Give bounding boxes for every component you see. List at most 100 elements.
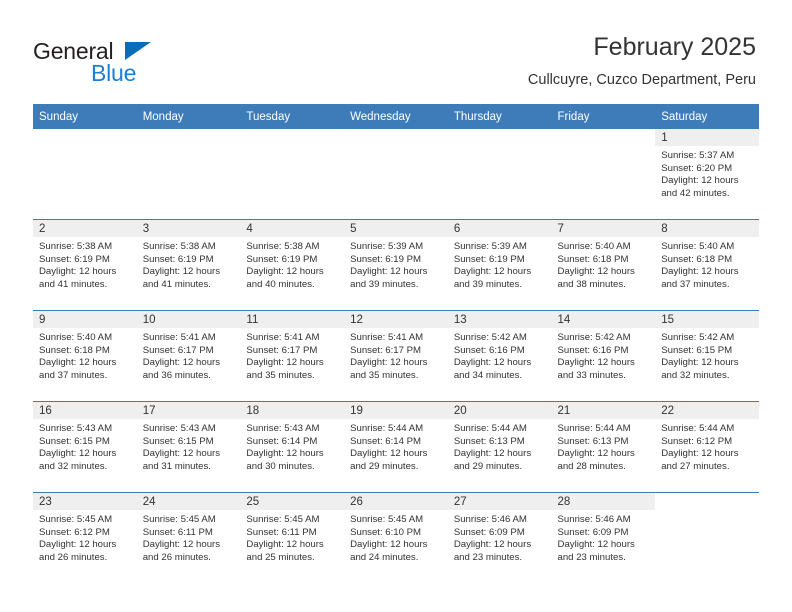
calendar-body: 1 Sunrise: 5:37 AM Sunset: 6:20 PM Daylight… <box>33 129 759 583</box>
day-number: 8 <box>655 220 759 237</box>
day-cell-inner <box>551 129 656 219</box>
sunrise-time: Sunrise: 5:41 AM <box>246 332 320 343</box>
daylight-duration-line1: Daylight: 12 hours <box>661 357 739 369</box>
calendar-day-cell-empty <box>344 129 448 220</box>
day-sun-info: Sunrise: 5:41 AM Sunset: 6:17 PM Daylight:… <box>344 328 448 382</box>
day-cell-inner: 5 Sunrise: 5:39 AM Sunset: 6:19 PM Daylight… <box>344 220 448 310</box>
sunrise-time: Sunrise: 5:44 AM <box>557 423 631 434</box>
general-blue-logo[interactable]: General Blue <box>33 38 233 86</box>
calendar-day-cell[interactable]: 28 Sunrise: 5:46 AM Sunset: 6:09 PM Dayligh… <box>551 492 656 583</box>
calendar-week-row: 23 Sunrise: 5:45 AM Sunset: 6:12 PM Dayligh… <box>33 492 759 583</box>
calendar-weekday-header: Sunday Monday Tuesday Wednesday Thursday… <box>33 104 759 129</box>
day-number: 22 <box>655 402 759 419</box>
calendar-day-cell[interactable]: 20 Sunrise: 5:44 AM Sunset: 6:13 PM Dayligh… <box>447 401 552 493</box>
daylight-duration-line1: Daylight: 12 hours <box>39 357 117 369</box>
calendar-day-cell[interactable]: 4 Sunrise: 5:38 AM Sunset: 6:19 PM Daylight… <box>240 219 345 311</box>
calendar-day-cell[interactable]: 26 Sunrise: 5:45 AM Sunset: 6:10 PM Dayligh… <box>344 492 448 583</box>
sunset-time: Sunset: 6:09 PM <box>557 526 629 538</box>
page-title: February 2025 <box>593 33 756 61</box>
calendar-day-cell[interactable]: 15 Sunrise: 5:42 AM Sunset: 6:15 PM Dayligh… <box>655 310 759 402</box>
day-sun-info: Sunrise: 5:39 AM Sunset: 6:19 PM Daylight:… <box>344 237 448 291</box>
day-sun-info: Sunrise: 5:41 AM Sunset: 6:17 PM Daylight:… <box>137 328 241 382</box>
calendar-day-cell[interactable]: 10 Sunrise: 5:41 AM Sunset: 6:17 PM Dayligh… <box>136 310 241 402</box>
daylight-duration-line2: and 37 minutes. <box>661 278 730 290</box>
sunset-time: Sunset: 6:09 PM <box>453 526 525 538</box>
calendar-day-cell[interactable]: 19 Sunrise: 5:44 AM Sunset: 6:14 PM Dayligh… <box>344 401 448 493</box>
daylight-duration-line2: and 35 minutes. <box>246 369 315 381</box>
daylight-duration-line1: Daylight: 12 hours <box>142 539 221 551</box>
day-cell-inner: 13 Sunrise: 5:42 AM Sunset: 6:16 PM Dayligh… <box>447 311 552 401</box>
day-sun-info: Sunrise: 5:39 AM Sunset: 6:19 PM Daylight:… <box>448 237 552 291</box>
day-sun-info <box>552 146 656 150</box>
calendar-day-cell[interactable]: 14 Sunrise: 5:42 AM Sunset: 6:16 PM Dayligh… <box>551 310 656 402</box>
daylight-duration-line1: Daylight: 12 hours <box>246 266 324 278</box>
calendar-day-cell[interactable]: 23 Sunrise: 5:45 AM Sunset: 6:12 PM Dayligh… <box>33 492 137 583</box>
sunrise-time: Sunrise: 5:39 AM <box>453 241 527 252</box>
day-cell-inner: 27 Sunrise: 5:46 AM Sunset: 6:09 PM Dayligh… <box>447 493 552 583</box>
sunrise-time: Sunrise: 5:40 AM <box>557 241 631 252</box>
calendar-day-cell[interactable]: 3 Sunrise: 5:38 AM Sunset: 6:19 PM Daylight… <box>136 219 241 311</box>
day-sun-info: Sunrise: 5:45 AM Sunset: 6:11 PM Daylight:… <box>137 510 241 564</box>
daylight-duration-line1: Daylight: 12 hours <box>350 266 428 278</box>
daylight-duration-line1: Daylight: 12 hours <box>557 357 635 369</box>
sunrise-time: Sunrise: 5:44 AM <box>661 423 735 434</box>
daylight-duration-line2: and 36 minutes. <box>142 369 211 381</box>
calendar-day-cell[interactable]: 21 Sunrise: 5:44 AM Sunset: 6:13 PM Dayligh… <box>551 401 656 493</box>
sunrise-time: Sunrise: 5:42 AM <box>661 332 735 343</box>
daylight-duration-line2: and 40 minutes. <box>246 278 315 290</box>
sunset-time: Sunset: 6:16 PM <box>557 344 629 356</box>
day-cell-inner: 20 Sunrise: 5:44 AM Sunset: 6:13 PM Dayligh… <box>447 402 552 492</box>
calendar-week-row: 9 Sunrise: 5:40 AM Sunset: 6:18 PM Daylight… <box>33 310 759 402</box>
day-number <box>240 129 345 146</box>
day-number: 26 <box>344 493 448 510</box>
sunrise-time: Sunrise: 5:43 AM <box>142 423 216 434</box>
day-number: 4 <box>240 220 345 237</box>
daylight-duration-line1: Daylight: 12 hours <box>453 448 532 460</box>
calendar-day-cell[interactable]: 9 Sunrise: 5:40 AM Sunset: 6:18 PM Daylight… <box>33 310 137 402</box>
day-cell-inner: 1 Sunrise: 5:37 AM Sunset: 6:20 PM Daylight… <box>655 129 759 219</box>
sunrise-time: Sunrise: 5:45 AM <box>246 514 320 525</box>
calendar-day-cell[interactable]: 24 Sunrise: 5:45 AM Sunset: 6:11 PM Dayligh… <box>136 492 241 583</box>
day-number <box>136 129 241 146</box>
day-number <box>344 129 448 146</box>
day-sun-info: Sunrise: 5:44 AM Sunset: 6:14 PM Daylight:… <box>344 419 448 473</box>
sunset-time: Sunset: 6:10 PM <box>350 526 422 538</box>
daylight-duration-line1: Daylight: 12 hours <box>661 448 739 460</box>
day-number: 10 <box>136 311 241 328</box>
daylight-duration-line2: and 37 minutes. <box>39 369 108 381</box>
sunset-time: Sunset: 6:12 PM <box>661 435 733 447</box>
day-cell-inner: 17 Sunrise: 5:43 AM Sunset: 6:15 PM Dayligh… <box>136 402 241 492</box>
calendar-day-cell[interactable]: 8 Sunrise: 5:40 AM Sunset: 6:18 PM Daylight… <box>655 219 759 311</box>
day-number: 28 <box>551 493 656 510</box>
calendar-day-cell[interactable]: 13 Sunrise: 5:42 AM Sunset: 6:16 PM Dayligh… <box>447 310 552 402</box>
daylight-duration-line1: Daylight: 12 hours <box>350 357 428 369</box>
calendar-day-cell[interactable]: 25 Sunrise: 5:45 AM Sunset: 6:11 PM Dayligh… <box>240 492 345 583</box>
day-cell-inner: 15 Sunrise: 5:42 AM Sunset: 6:15 PM Dayligh… <box>655 311 759 401</box>
calendar-day-cell[interactable]: 5 Sunrise: 5:39 AM Sunset: 6:19 PM Daylight… <box>344 219 448 311</box>
daylight-duration-line1: Daylight: 12 hours <box>557 448 635 460</box>
calendar-day-cell[interactable]: 22 Sunrise: 5:44 AM Sunset: 6:12 PM Dayligh… <box>655 401 759 493</box>
weekday-header-row: Sunday Monday Tuesday Wednesday Thursday… <box>33 104 759 129</box>
calendar-day-cell[interactable]: 2 Sunrise: 5:38 AM Sunset: 6:19 PM Daylight… <box>33 219 137 311</box>
day-cell-inner: 21 Sunrise: 5:44 AM Sunset: 6:13 PM Dayligh… <box>551 402 656 492</box>
calendar-day-cell[interactable]: 17 Sunrise: 5:43 AM Sunset: 6:15 PM Dayligh… <box>136 401 241 493</box>
calendar-day-cell[interactable]: 6 Sunrise: 5:39 AM Sunset: 6:19 PM Daylight… <box>447 219 552 311</box>
calendar-day-cell[interactable]: 1 Sunrise: 5:37 AM Sunset: 6:20 PM Daylight… <box>655 129 759 220</box>
sunset-time: Sunset: 6:12 PM <box>39 526 110 538</box>
day-sun-info: Sunrise: 5:42 AM Sunset: 6:16 PM Daylight:… <box>552 328 656 382</box>
day-number: 3 <box>136 220 241 237</box>
calendar-day-cell[interactable]: 18 Sunrise: 5:43 AM Sunset: 6:14 PM Dayligh… <box>240 401 345 493</box>
sunset-time: Sunset: 6:18 PM <box>661 253 733 265</box>
weekday-header-wednesday: Wednesday <box>344 104 448 129</box>
day-sun-info: Sunrise: 5:42 AM Sunset: 6:16 PM Daylight:… <box>448 328 552 382</box>
calendar-day-cell[interactable]: 16 Sunrise: 5:43 AM Sunset: 6:15 PM Dayligh… <box>33 401 137 493</box>
calendar-day-cell[interactable]: 7 Sunrise: 5:40 AM Sunset: 6:18 PM Daylight… <box>551 219 656 311</box>
calendar-day-cell[interactable]: 12 Sunrise: 5:41 AM Sunset: 6:17 PM Dayligh… <box>344 310 448 402</box>
sunrise-time: Sunrise: 5:41 AM <box>142 332 216 343</box>
daylight-duration-line2: and 27 minutes. <box>661 460 730 472</box>
day-sun-info: Sunrise: 5:44 AM Sunset: 6:13 PM Daylight:… <box>448 419 552 473</box>
day-cell-inner: 23 Sunrise: 5:45 AM Sunset: 6:12 PM Dayligh… <box>33 493 137 583</box>
calendar-day-cell-empty <box>240 129 345 220</box>
calendar-day-cell[interactable]: 27 Sunrise: 5:46 AM Sunset: 6:09 PM Dayligh… <box>447 492 552 583</box>
calendar-day-cell[interactable]: 11 Sunrise: 5:41 AM Sunset: 6:17 PM Dayligh… <box>240 310 345 402</box>
